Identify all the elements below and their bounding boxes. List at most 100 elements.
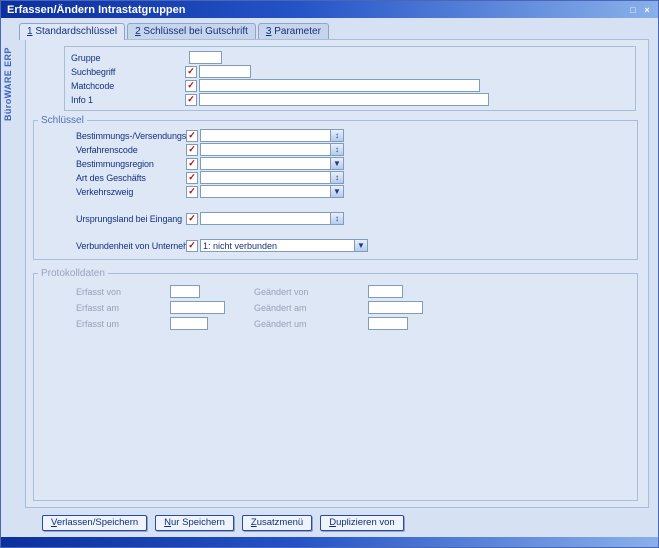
check-icon: ✓ <box>188 131 196 140</box>
check-icon: ✓ <box>188 159 196 168</box>
field-row: Erfasst am Geändert am <box>34 300 637 315</box>
gruppe-label: Gruppe <box>71 53 185 63</box>
tab-label: Schlüssel bei Gutschrift <box>141 26 248 37</box>
field-row: Suchbegriff ✓ <box>71 65 629 78</box>
dropdown-button[interactable]: ▼ <box>331 157 344 170</box>
erfasst-am-label: Erfasst am <box>76 303 170 313</box>
check-icon: ✓ <box>187 95 195 104</box>
duplizieren-von-button[interactable]: Duplizieren von <box>320 515 404 531</box>
window-body: BüroWARE ERP 1 Standardschlüssel 2 Schlü… <box>1 18 658 537</box>
gruppe-input[interactable] <box>189 51 222 64</box>
chevron-down-icon: ▼ <box>333 188 341 196</box>
geaendert-von-input[interactable] <box>368 285 403 298</box>
check-button[interactable]: ✓ <box>186 144 198 156</box>
check-button[interactable]: ✓ <box>186 130 198 142</box>
verkehrszweig-label: Verkehrszweig <box>76 187 186 197</box>
field-row: Erfasst um Geändert um <box>34 316 637 331</box>
app-window: Erfassen/Ändern Intrastatgruppen □ × Bür… <box>0 0 659 548</box>
verfahrenscode-input[interactable] <box>200 143 331 156</box>
field-row: Verkehrszweig ✓ ▼ <box>34 185 637 198</box>
titlebar[interactable]: Erfassen/Ändern Intrastatgruppen □ × <box>1 1 658 18</box>
bestimmungs-versendungsland-label: Bestimmungs-/Versendungsland <box>76 131 186 141</box>
dropdown-button[interactable]: ▼ <box>355 239 368 252</box>
field-row: Erfasst von Geändert von <box>34 284 637 299</box>
window-resize-bar <box>1 537 658 547</box>
field-row: Art des Geschäfts ✓ ↕ <box>34 171 637 184</box>
verkehrszweig-select[interactable] <box>200 185 331 198</box>
updown-arrows-icon: ↕ <box>335 132 339 140</box>
general-fields-box: Gruppe Suchbegriff ✓ Matchcode ✓ <box>64 46 636 111</box>
check-icon: ✓ <box>188 145 196 154</box>
erfasst-am-input[interactable] <box>170 301 225 314</box>
tab-label: Parameter <box>271 26 320 37</box>
info1-input[interactable] <box>199 93 489 106</box>
button-mnemonic: N <box>164 517 171 528</box>
suchbegriff-input[interactable] <box>199 65 251 78</box>
tab-schluessel-bei-gutschrift[interactable]: 2 Schlüssel bei Gutschrift <box>127 23 256 39</box>
check-button[interactable]: ✓ <box>185 80 197 92</box>
button-label: uplizieren von <box>336 517 395 528</box>
spinner-button[interactable]: ↕ <box>331 143 344 156</box>
bestimmungsregion-select[interactable] <box>200 157 331 170</box>
erfasst-von-label: Erfasst von <box>76 287 170 297</box>
brand-sidebar: BüroWARE ERP <box>1 18 16 537</box>
content-panel: Gruppe Suchbegriff ✓ Matchcode ✓ <box>25 39 649 508</box>
check-button[interactable]: ✓ <box>186 240 198 252</box>
geaendert-am-input[interactable] <box>368 301 423 314</box>
spinner-button[interactable]: ↕ <box>331 129 344 142</box>
verfahrenscode-label: Verfahrenscode <box>76 145 186 155</box>
button-bar: Verlassen/Speichern Nur Speichern Zusatz… <box>16 508 658 537</box>
updown-arrows-icon: ↕ <box>335 146 339 154</box>
spinner-button[interactable]: ↕ <box>331 171 344 184</box>
matchcode-input[interactable] <box>199 79 480 92</box>
art-des-geschaefts-input[interactable] <box>200 171 331 184</box>
check-button[interactable]: ✓ <box>186 186 198 198</box>
spinner-button[interactable]: ↕ <box>331 212 344 225</box>
field-row: Verbundenheit von Unternehmen ✓ ▼ <box>34 239 637 252</box>
schluessel-group: Schlüssel Bestimmungs-/Versendungsland ✓… <box>33 115 638 260</box>
geaendert-am-label: Geändert am <box>254 303 368 313</box>
window-restore-icon: □ <box>630 5 635 15</box>
erfasst-um-label: Erfasst um <box>76 319 170 329</box>
schluessel-legend: Schlüssel <box>38 115 87 126</box>
matchcode-label: Matchcode <box>71 81 185 91</box>
field-row: Gruppe <box>71 51 629 64</box>
erfasst-um-input[interactable] <box>170 317 208 330</box>
check-icon: ✓ <box>188 187 196 196</box>
check-button[interactable]: ✓ <box>185 66 197 78</box>
geaendert-von-label: Geändert von <box>254 287 368 297</box>
check-button[interactable]: ✓ <box>185 94 197 106</box>
info1-label: Info 1 <box>71 95 185 105</box>
updown-arrows-icon: ↕ <box>335 174 339 182</box>
check-button[interactable]: ✓ <box>186 172 198 184</box>
dropdown-button[interactable]: ▼ <box>331 185 344 198</box>
check-button[interactable]: ✓ <box>186 158 198 170</box>
window-restore-button[interactable]: □ <box>626 4 640 16</box>
updown-arrows-icon: ↕ <box>335 215 339 223</box>
bestimmungsregion-label: Bestimmungsregion <box>76 159 186 169</box>
field-row: Verfahrenscode ✓ ↕ <box>34 143 637 156</box>
protokolldaten-legend: Protokolldaten <box>38 268 108 279</box>
geaendert-um-input[interactable] <box>368 317 408 330</box>
close-button[interactable]: × <box>640 4 654 16</box>
nur-speichern-button[interactable]: Nur Speichern <box>155 515 234 531</box>
zusatzmenu-button[interactable]: Zusatzmenü <box>242 515 312 531</box>
tab-bar: 1 Standardschlüssel 2 Schlüssel bei Guts… <box>16 18 658 39</box>
verlassen-speichern-button[interactable]: Verlassen/Speichern <box>42 515 147 531</box>
tab-parameter[interactable]: 3 Parameter <box>258 23 329 39</box>
chevron-down-icon: ▼ <box>333 160 341 168</box>
verbundenheit-select[interactable] <box>200 239 355 252</box>
verbundenheit-label: Verbundenheit von Unternehmen <box>76 241 186 251</box>
ursprungsland-input[interactable] <box>200 212 331 225</box>
check-icon: ✓ <box>188 214 196 223</box>
art-des-geschaefts-label: Art des Geschäfts <box>76 173 186 183</box>
tab-label: Standardschlüssel <box>33 26 118 37</box>
field-row: Bestimmungsregion ✓ ▼ <box>34 157 637 170</box>
chevron-down-icon: ▼ <box>357 242 365 250</box>
bestimmungs-versendungsland-input[interactable] <box>200 129 331 142</box>
tab-standardschluessel[interactable]: 1 Standardschlüssel <box>19 23 125 40</box>
check-button[interactable]: ✓ <box>186 213 198 225</box>
erfasst-von-input[interactable] <box>170 285 200 298</box>
field-row: Matchcode ✓ <box>71 79 629 92</box>
ursprungsland-label: Ursprungsland bei Eingang <box>76 214 186 224</box>
